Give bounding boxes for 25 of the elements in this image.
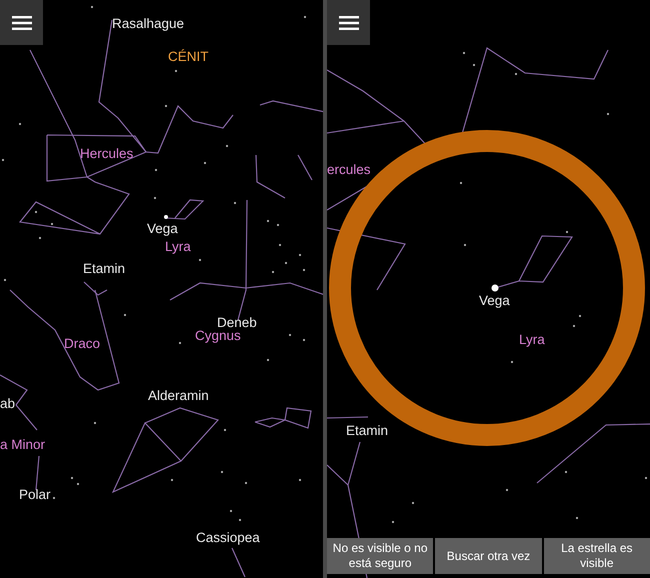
star-label: ab <box>0 396 16 412</box>
menu-icon <box>338 16 358 30</box>
star-label: Etamin <box>346 423 388 440</box>
star-label: Vega <box>479 293 510 310</box>
star-label: Alderamin <box>148 388 209 404</box>
menu-button[interactable] <box>327 0 370 45</box>
constellation-label: ercules <box>327 162 371 178</box>
constellation-label: a Minor <box>0 437 46 454</box>
constellation-label: Lyra <box>519 332 545 348</box>
zenith-label: CÉNIT <box>168 49 208 66</box>
star-label: Deneb <box>217 315 257 330</box>
menu-button[interactable] <box>0 0 43 45</box>
constellation-label: Draco <box>64 336 100 352</box>
star-label: Vega <box>147 221 178 238</box>
star-label: Cassiopea <box>196 530 260 546</box>
star-label: Polar <box>19 487 51 504</box>
action-button[interactable]: Buscar otra vez <box>435 538 542 574</box>
menu-icon <box>12 16 32 30</box>
constellation-label: Lyra <box>165 239 191 256</box>
action-button[interactable]: No es visible o no está seguro <box>327 538 434 574</box>
star-label: Rasalhague <box>112 16 184 32</box>
constellation-label: Hercules <box>80 146 134 162</box>
star-label: Etamin <box>83 261 126 278</box>
action-button[interactable]: La estrella es visible <box>544 538 650 574</box>
constellation-label: Cygnus <box>195 328 241 344</box>
